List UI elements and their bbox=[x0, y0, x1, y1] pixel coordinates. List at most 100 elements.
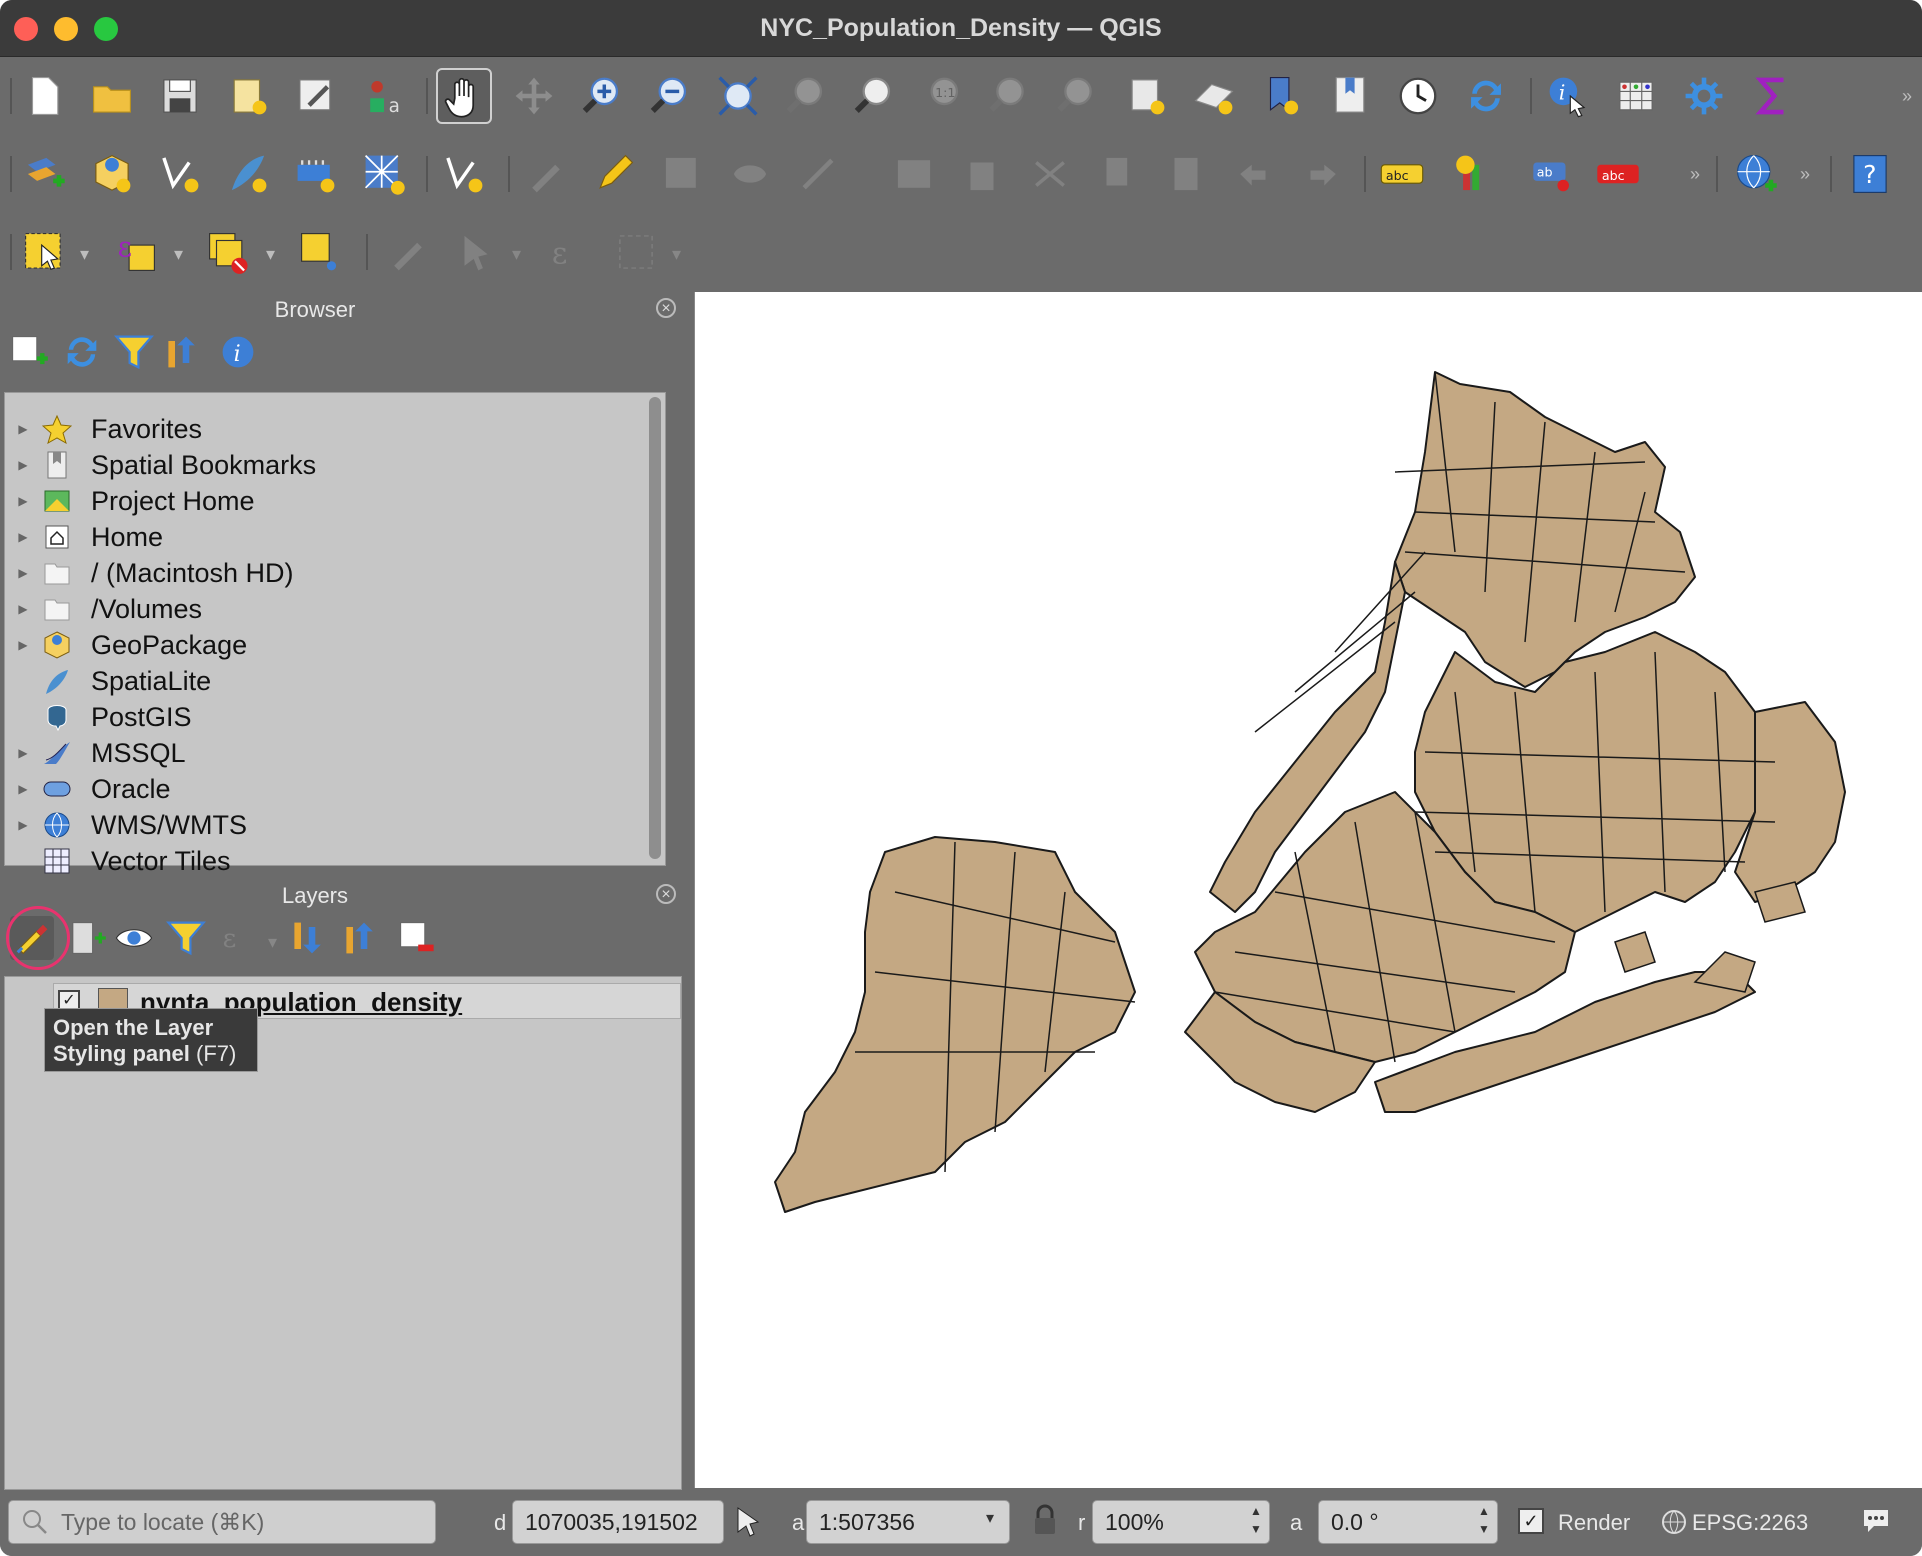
current-edits-icon[interactable] bbox=[518, 146, 574, 202]
lock-scale-icon[interactable] bbox=[1032, 1504, 1058, 1536]
select-features-icon[interactable] bbox=[16, 224, 72, 280]
browser-item-project-home[interactable]: ▶ Project Home bbox=[5, 483, 645, 519]
browser-item-home[interactable]: ▶ Home bbox=[5, 519, 645, 555]
help-icon[interactable]: ? bbox=[1842, 146, 1898, 202]
vertex-tool-icon[interactable] bbox=[790, 146, 846, 202]
metasearch-globe-icon[interactable] bbox=[1728, 146, 1784, 202]
crs-globe-icon[interactable] bbox=[1660, 1508, 1688, 1536]
new-geopackage-icon[interactable] bbox=[84, 146, 140, 202]
zoom-layer-icon[interactable] bbox=[846, 68, 902, 124]
zoom-selection-icon[interactable] bbox=[778, 68, 834, 124]
grid-select-icon[interactable] bbox=[608, 224, 664, 280]
scale-dropdown-icon[interactable]: ▾ bbox=[986, 1508, 994, 1528]
expand-all-icon[interactable] bbox=[290, 916, 334, 960]
new-3d-view-icon[interactable] bbox=[1186, 68, 1242, 124]
browser-item-vector-tiles[interactable]: Vector Tiles bbox=[5, 843, 645, 879]
new-map-view-icon[interactable] bbox=[1118, 68, 1174, 124]
zoom-next-icon[interactable] bbox=[1050, 68, 1106, 124]
browser-filter-icon[interactable] bbox=[112, 330, 156, 374]
toggle-editing-pencil-icon[interactable] bbox=[586, 146, 642, 202]
select-by-expression-icon[interactable]: ε bbox=[108, 224, 164, 280]
undo-icon[interactable] bbox=[1226, 146, 1282, 202]
browser-scrollbar[interactable] bbox=[649, 397, 661, 859]
diagram-icon[interactable] bbox=[1442, 146, 1498, 202]
zoom-full-icon[interactable] bbox=[710, 68, 766, 124]
browser-refresh-icon[interactable] bbox=[60, 330, 104, 374]
label-toolbar-icon[interactable]: abc bbox=[1374, 146, 1430, 202]
expand-arrow-icon[interactable]: ▶ bbox=[5, 782, 41, 796]
filter-expression-icon[interactable]: ε bbox=[216, 916, 260, 960]
expand-arrow-icon[interactable]: ▶ bbox=[5, 566, 41, 580]
dropdown-arrow-5-icon[interactable]: ▾ bbox=[672, 244, 681, 265]
attribute-table-icon[interactable] bbox=[1608, 68, 1664, 124]
digitize-pencil-icon[interactable] bbox=[380, 224, 436, 280]
open-project-icon[interactable] bbox=[84, 68, 140, 124]
expand-arrow-icon[interactable]: ▶ bbox=[5, 494, 41, 508]
show-bookmarks-icon[interactable] bbox=[1322, 68, 1378, 124]
locator-search-input[interactable]: Type to locate (⌘K) bbox=[8, 1500, 436, 1544]
browser-item-spatialite[interactable]: SpatiaLite bbox=[5, 663, 645, 699]
pan-to-selection-icon[interactable] bbox=[506, 68, 562, 124]
settings-gear-icon[interactable] bbox=[1676, 68, 1732, 124]
statistics-sigma-icon[interactable] bbox=[1744, 68, 1800, 124]
magnifier-field[interactable]: 100% bbox=[1092, 1500, 1270, 1544]
data-source-manager-icon[interactable] bbox=[16, 146, 72, 202]
save-edits-icon[interactable] bbox=[654, 146, 710, 202]
properties-info-icon[interactable]: i bbox=[216, 330, 260, 374]
browser-item-volumes[interactable]: ▶ /Volumes bbox=[5, 591, 645, 627]
delete-selected-icon[interactable] bbox=[954, 146, 1010, 202]
pin-label-icon[interactable]: ab bbox=[1526, 146, 1582, 202]
refresh-icon[interactable] bbox=[1458, 68, 1514, 124]
crs-label[interactable]: EPSG:2263 bbox=[1692, 1510, 1808, 1536]
pan-map-icon[interactable] bbox=[436, 68, 492, 124]
new-virtual-layer-icon[interactable] bbox=[288, 146, 344, 202]
new-print-layout-icon[interactable] bbox=[220, 68, 276, 124]
highlight-label-icon[interactable]: abc bbox=[1590, 146, 1646, 202]
add-feature-icon[interactable] bbox=[722, 146, 778, 202]
expand-arrow-icon[interactable]: ▶ bbox=[5, 602, 41, 616]
browser-item-mssql[interactable]: ▶ MSSQL bbox=[5, 735, 645, 771]
collapse-all-layers-icon[interactable] bbox=[342, 916, 386, 960]
digitize-icon[interactable] bbox=[436, 146, 492, 202]
zoom-in-icon[interactable] bbox=[574, 68, 630, 124]
new-project-icon[interactable] bbox=[16, 68, 72, 124]
save-project-icon[interactable] bbox=[152, 68, 208, 124]
toggle-extents-mouse-icon[interactable] bbox=[730, 1504, 766, 1540]
add-group-icon[interactable] bbox=[64, 916, 108, 960]
map-canvas[interactable] bbox=[694, 292, 1922, 1488]
filter-legend-icon[interactable] bbox=[164, 916, 208, 960]
browser-item-favorites[interactable]: ▶ Favorites bbox=[5, 411, 645, 447]
scale-field[interactable]: 1:507356 bbox=[806, 1500, 1010, 1544]
paste-features-icon[interactable] bbox=[1158, 146, 1214, 202]
expand-arrow-icon[interactable]: ▶ bbox=[5, 746, 41, 760]
browser-item-postgis[interactable]: PostGIS bbox=[5, 699, 645, 735]
dropdown-arrow-6-icon[interactable]: ▾ bbox=[268, 932, 277, 953]
messages-icon[interactable] bbox=[1860, 1506, 1892, 1536]
layer-properties-icon[interactable]: a bbox=[356, 68, 412, 124]
browser-item-macintosh-hd[interactable]: ▶ / (Macintosh HD) bbox=[5, 555, 645, 591]
collapse-all-icon[interactable] bbox=[164, 330, 208, 374]
cut-features-icon[interactable] bbox=[1022, 146, 1078, 202]
copy-features-icon[interactable] bbox=[1090, 146, 1146, 202]
render-checkbox[interactable]: ✓ bbox=[1518, 1508, 1544, 1534]
toolbar-overflow-icon[interactable]: » bbox=[1902, 86, 1912, 107]
dropdown-arrow-4-icon[interactable]: ▾ bbox=[512, 244, 521, 265]
add-selected-layers-icon[interactable] bbox=[6, 330, 50, 374]
zoom-last-icon[interactable] bbox=[982, 68, 1038, 124]
expand-arrow-icon[interactable]: ▶ bbox=[5, 638, 41, 652]
new-mesh-layer-icon[interactable] bbox=[356, 146, 412, 202]
magnifier-spinner-icon[interactable]: ▲ ▼ bbox=[1250, 1502, 1262, 1538]
temporal-controller-icon[interactable] bbox=[1390, 68, 1446, 124]
modify-attributes-icon[interactable] bbox=[886, 146, 942, 202]
expand-arrow-icon[interactable]: ▶ bbox=[5, 818, 41, 832]
rotation-spinner-icon[interactable]: ▲ ▼ bbox=[1478, 1502, 1490, 1538]
expand-arrow-icon[interactable]: ▶ bbox=[5, 422, 41, 436]
style-manager-icon[interactable] bbox=[288, 68, 344, 124]
browser-item-spatial-bookmarks[interactable]: ▶ Spatial Bookmarks bbox=[5, 447, 645, 483]
zoom-native-icon[interactable]: 1:1 bbox=[914, 68, 970, 124]
browser-item-geopackage[interactable]: ▶ GeoPackage bbox=[5, 627, 645, 663]
remove-layer-icon[interactable] bbox=[394, 916, 438, 960]
browser-close-icon[interactable]: × bbox=[656, 298, 676, 318]
new-shapefile-icon[interactable] bbox=[152, 146, 208, 202]
toolbar-overflow-2-icon[interactable]: » bbox=[1690, 164, 1700, 185]
